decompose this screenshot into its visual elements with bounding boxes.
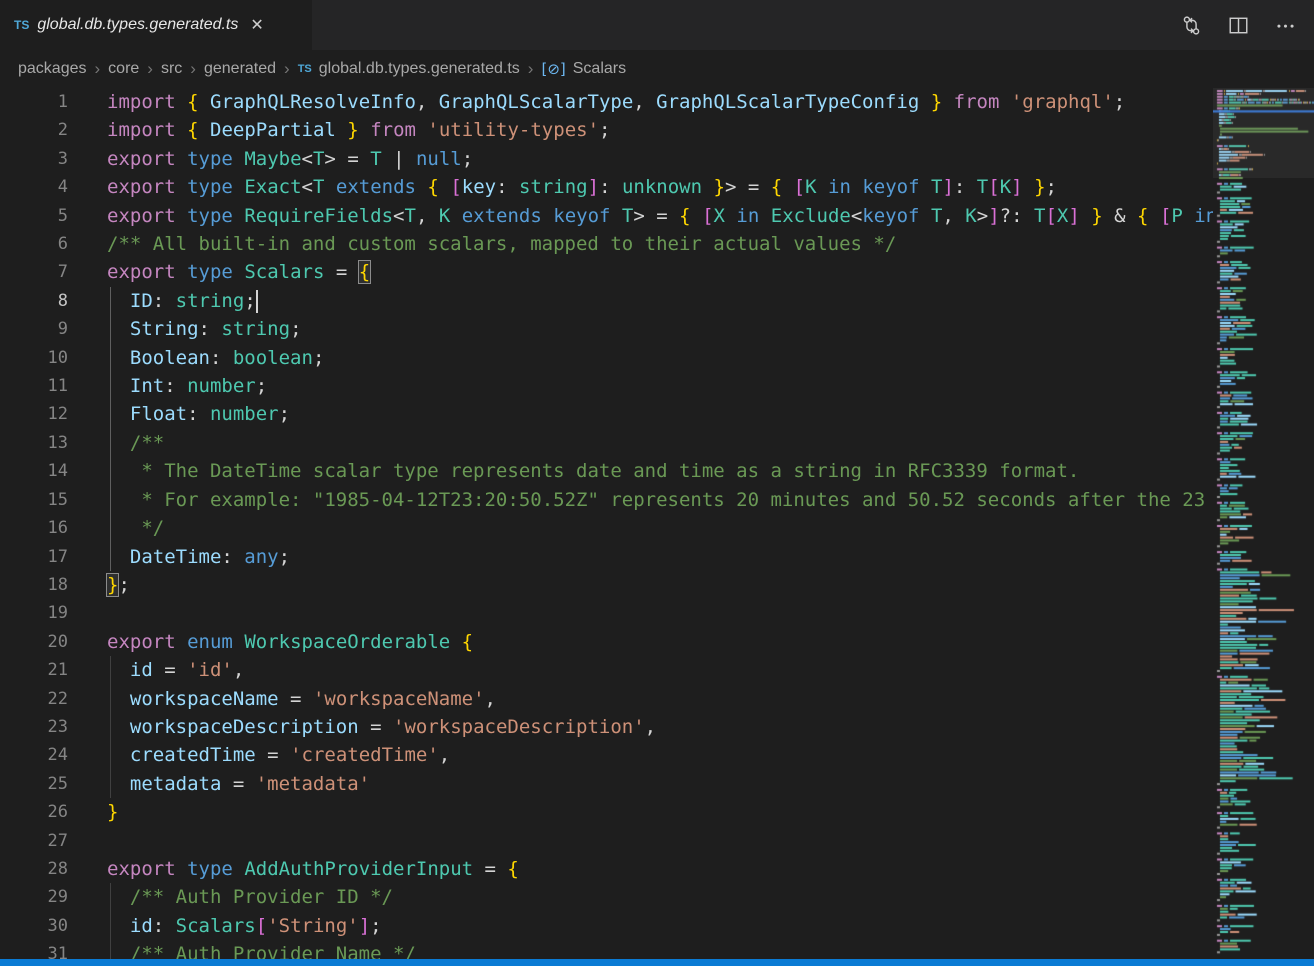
code-line: 28export type AddAuthProviderInput = { [0,855,1213,883]
status-bar [0,959,1314,966]
code-line: 19 [0,599,1213,627]
code-line: 6/** All built-in and custom scalars, ma… [0,230,1213,258]
line-number: 24 [0,741,68,769]
code-line: 3export type Maybe<T> = T | null; [0,145,1213,173]
code-line: 8 ID: string; [0,287,1213,315]
code-line: 5export type RequireFields<T, K extends … [0,202,1213,230]
line-number: 29 [0,883,68,911]
line-number: 23 [0,713,68,741]
code-line: 30 id: Scalars['String']; [0,912,1213,940]
text-cursor [256,290,258,313]
code-line: 25 metadata = 'metadata' [0,770,1213,798]
code-line: 29 /** Auth Provider ID */ [0,883,1213,911]
line-number: 22 [0,685,68,713]
minimap-canvas [1213,88,1314,959]
line-number: 16 [0,514,68,542]
code-line: 12 Float: number; [0,400,1213,428]
line-number: 7 [0,258,68,286]
breadcrumb-item-filename[interactable]: global.db.types.generated.ts [319,60,520,78]
code-line: 15 * For example: "1985-04-12T23:20:50.5… [0,486,1213,514]
chevron-right-icon: › [189,59,197,79]
split-editor-icon[interactable] [1228,15,1249,36]
more-actions-icon[interactable] [1275,15,1296,36]
line-number: 6 [0,230,68,258]
chevron-right-icon: › [527,59,535,79]
code-line: 23 workspaceDescription = 'workspaceDesc… [0,713,1213,741]
minimap-slider[interactable] [1213,88,1314,178]
line-number: 8 [0,287,68,315]
editor-actions [1181,0,1314,50]
code-line: 27 [0,827,1213,855]
line-number: 21 [0,656,68,684]
chevron-right-icon: › [283,59,291,79]
code-line: 31 /** Auth Provider Name */ [0,940,1213,959]
line-number: 11 [0,372,68,400]
line-number: 13 [0,429,68,457]
code-line: 24 createdTime = 'createdTime', [0,741,1213,769]
line-number: 4 [0,173,68,201]
line-number: 2 [0,116,68,144]
code-line: 22 workspaceName = 'workspaceName', [0,685,1213,713]
code-line: 7export type Scalars = { [0,258,1213,286]
typescript-file-icon: TS [14,18,29,32]
line-number: 26 [0,798,68,826]
minimap[interactable] [1213,88,1314,959]
line-number: 19 [0,599,68,627]
code-line: 4export type Exact<T extends { [key: str… [0,173,1213,201]
breadcrumb-item-scalars[interactable]: Scalars [573,60,626,78]
line-number: 14 [0,457,68,485]
line-number: 1 [0,88,68,116]
chevron-right-icon: › [94,59,102,79]
typescript-file-icon: TS [298,63,312,75]
breadcrumb: packages › core › src › generated › TS g… [0,50,1314,88]
symbol-type-icon: [⊘] [541,60,565,78]
code-line: 10 Boolean: boolean; [0,344,1213,372]
line-number: 12 [0,400,68,428]
code-line: 17 DateTime: any; [0,543,1213,571]
line-number: 18 [0,571,68,599]
line-number: 5 [0,202,68,230]
code-line: 1import { GraphQLResolveInfo, GraphQLSca… [0,88,1213,116]
chevron-right-icon: › [146,59,154,79]
breadcrumb-item-packages[interactable]: packages [18,60,87,78]
line-number: 30 [0,912,68,940]
vscode-window: TS global.db.types.generated.ts ✕ [0,0,1314,966]
breadcrumb-item-core[interactable]: core [108,60,139,78]
code-line: 14 * The DateTime scalar type represents… [0,457,1213,485]
close-icon[interactable]: ✕ [250,15,263,35]
line-number: 17 [0,543,68,571]
code-line: 21 id = 'id', [0,656,1213,684]
line-number: 28 [0,855,68,883]
code-line: 20export enum WorkspaceOrderable { [0,628,1213,656]
line-number: 9 [0,315,68,343]
line-number: 15 [0,486,68,514]
line-number: 10 [0,344,68,372]
code-line: 13 /** [0,429,1213,457]
line-number: 3 [0,145,68,173]
open-changes-icon[interactable] [1181,15,1202,36]
line-number: 25 [0,770,68,798]
code-line: 11 Int: number; [0,372,1213,400]
code-area[interactable]: 1import { GraphQLResolveInfo, GraphQLSca… [0,88,1213,959]
breadcrumb-item-generated[interactable]: generated [204,60,276,78]
code-editor[interactable]: 1import { GraphQLResolveInfo, GraphQLSca… [0,88,1314,959]
code-line: 18}; [0,571,1213,599]
line-number: 31 [0,940,68,959]
tab-title: global.db.types.generated.ts [37,16,238,34]
code-line: 26} [0,798,1213,826]
tab-global-db-types-generated[interactable]: TS global.db.types.generated.ts ✕ [0,0,313,50]
code-line: 16 */ [0,514,1213,542]
tab-bar: TS global.db.types.generated.ts ✕ [0,0,1314,50]
code-line: 9 String: string; [0,315,1213,343]
breadcrumb-item-src[interactable]: src [161,60,182,78]
code-line: 2import { DeepPartial } from 'utility-ty… [0,116,1213,144]
line-number: 20 [0,628,68,656]
line-number: 27 [0,827,68,855]
